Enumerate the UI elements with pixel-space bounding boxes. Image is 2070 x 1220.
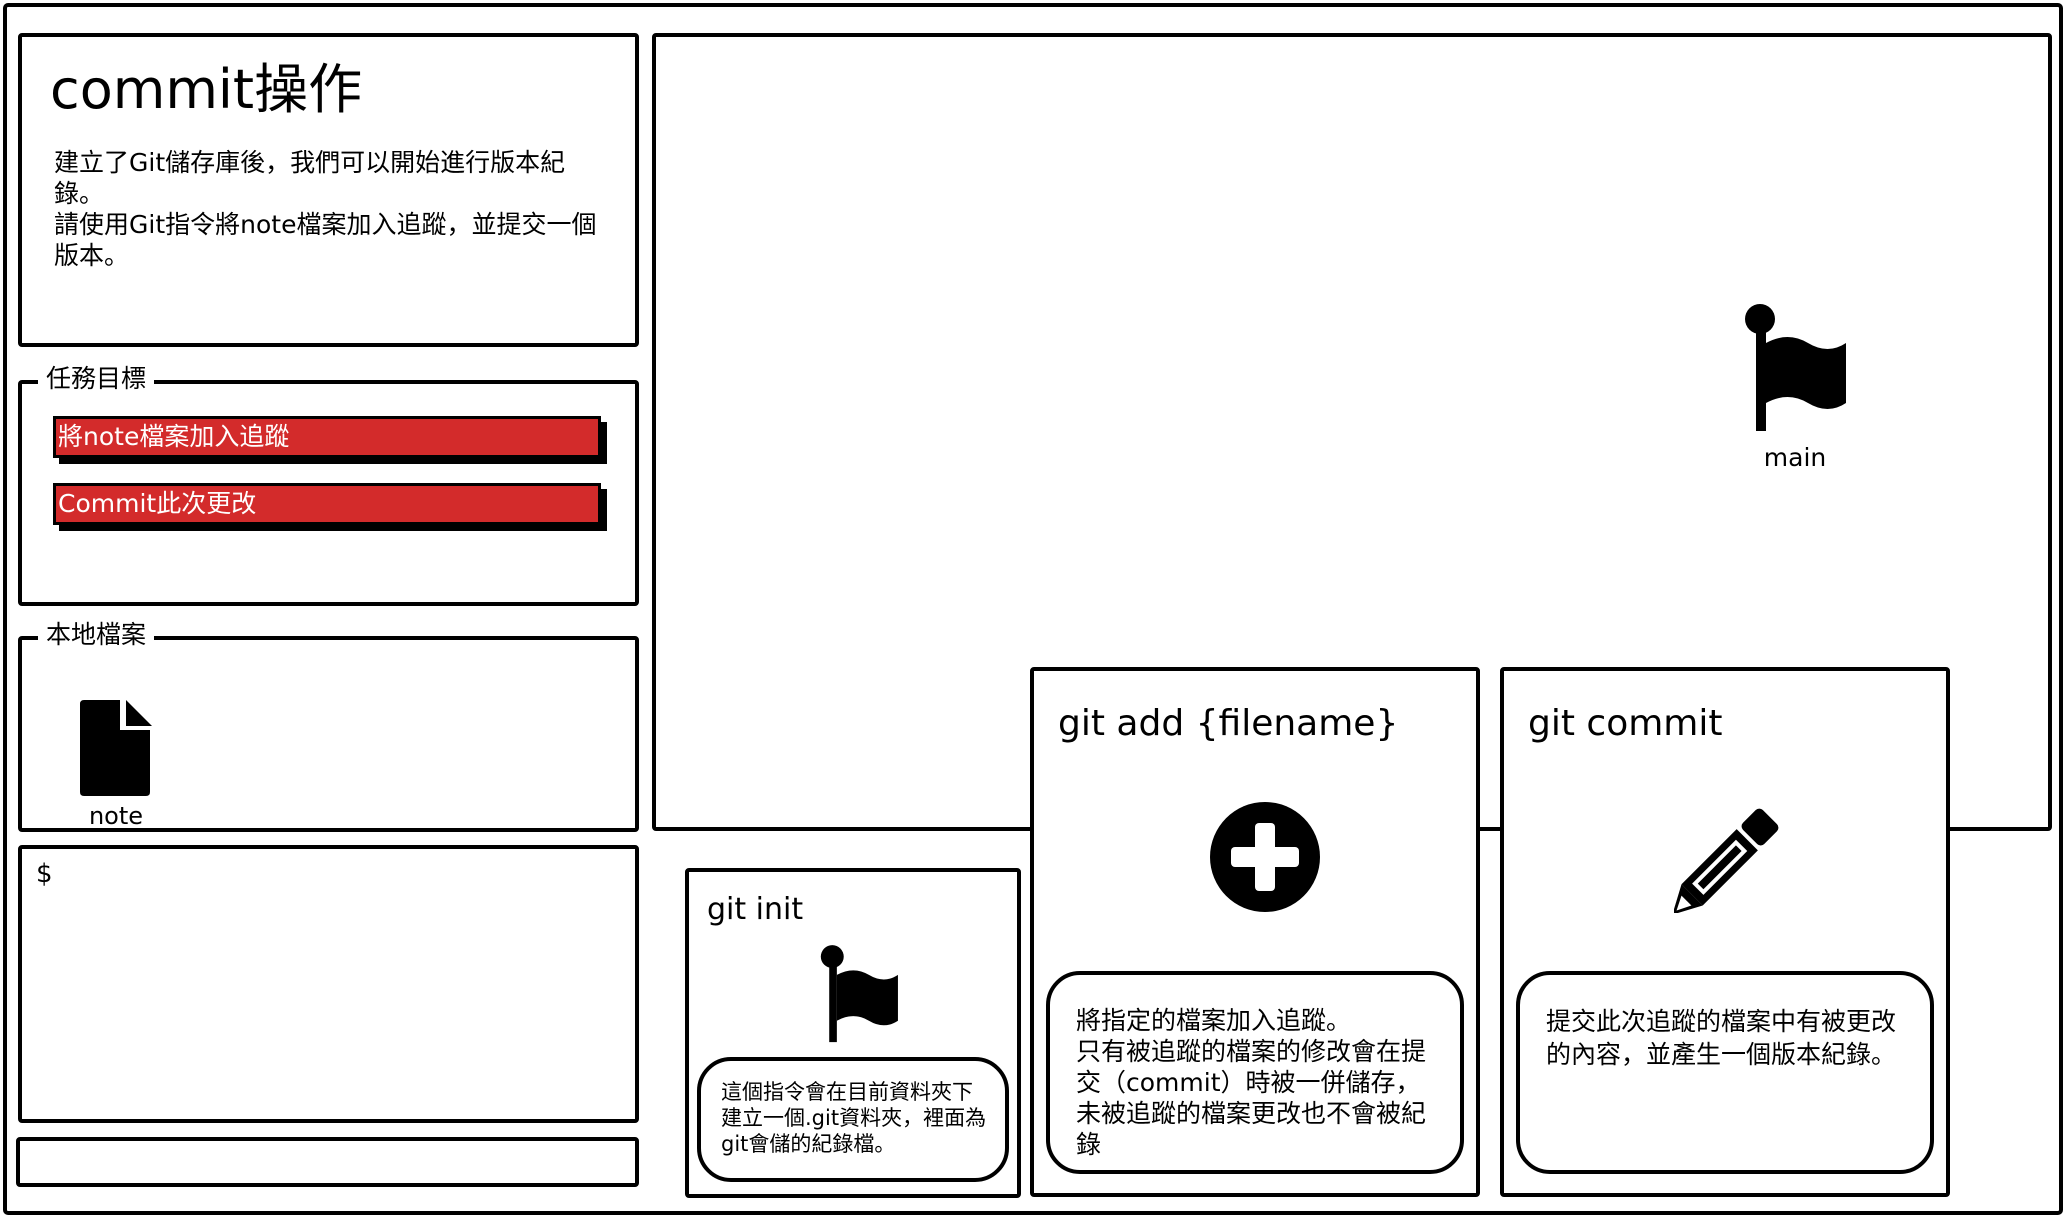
command-card-git-add[interactable]: git add {filename} 將指定的檔案加入追蹤。 只有被追蹤的檔案的… — [1030, 667, 1480, 1197]
intro-description: 建立了Git儲存庫後，我們可以開始進行版本紀錄。 請使用Git指令將note檔案… — [54, 148, 597, 270]
command-card-git-commit[interactable]: git commit 提交此次追蹤的檔案中有被更改的內容，並產生一個版本紀錄。 — [1500, 667, 1950, 1197]
terminal-output: $ — [18, 845, 639, 1123]
card-title: git commit — [1528, 703, 1723, 744]
card-description: 這個指令會在目前資料夾下建立一個.git資料夾，裡面為git會儲的紀錄檔。 — [697, 1057, 1009, 1182]
branch-label: main — [1763, 443, 1827, 472]
card-description: 將指定的檔案加入追蹤。 只有被追蹤的檔案的修改會在提交（commit）時被一併儲… — [1046, 971, 1464, 1174]
goal-item: Commit此次更改 — [53, 483, 601, 525]
terminal-prompt: $ — [36, 859, 53, 889]
intro-panel: commit操作 建立了Git儲存庫後，我們可以開始進行版本紀錄。 請使用Git… — [18, 33, 639, 347]
goals-legend: 任務目標 — [38, 364, 155, 394]
card-title: git add {filename} — [1058, 703, 1399, 744]
branch-main[interactable]: main — [1720, 303, 1870, 472]
card-title: git init — [707, 892, 804, 927]
card-description: 提交此次追蹤的檔案中有被更改的內容，並產生一個版本紀錄。 — [1516, 971, 1934, 1174]
command-card-git-init[interactable]: git init 這個指令會在目前資料夾下建立一個.git資料夾，裡面為git會… — [685, 868, 1021, 1198]
files-legend: 本地檔案 — [38, 620, 155, 650]
goal-item: 將note檔案加入追蹤 — [53, 416, 601, 458]
files-panel: 本地檔案 note — [18, 620, 639, 832]
file-item-note[interactable]: note — [68, 700, 164, 830]
pencil-icon — [1674, 808, 1779, 913]
flag-icon — [1745, 304, 1846, 431]
file-icon — [80, 700, 152, 796]
command-input[interactable] — [16, 1137, 639, 1187]
goals-panel: 任務目標 將note檔案加入追蹤 Commit此次更改 — [18, 364, 639, 606]
file-name: note — [88, 802, 144, 830]
flag-icon — [820, 945, 898, 1043]
plus-circle-icon — [1210, 802, 1320, 912]
page-title: commit操作 — [50, 58, 363, 121]
